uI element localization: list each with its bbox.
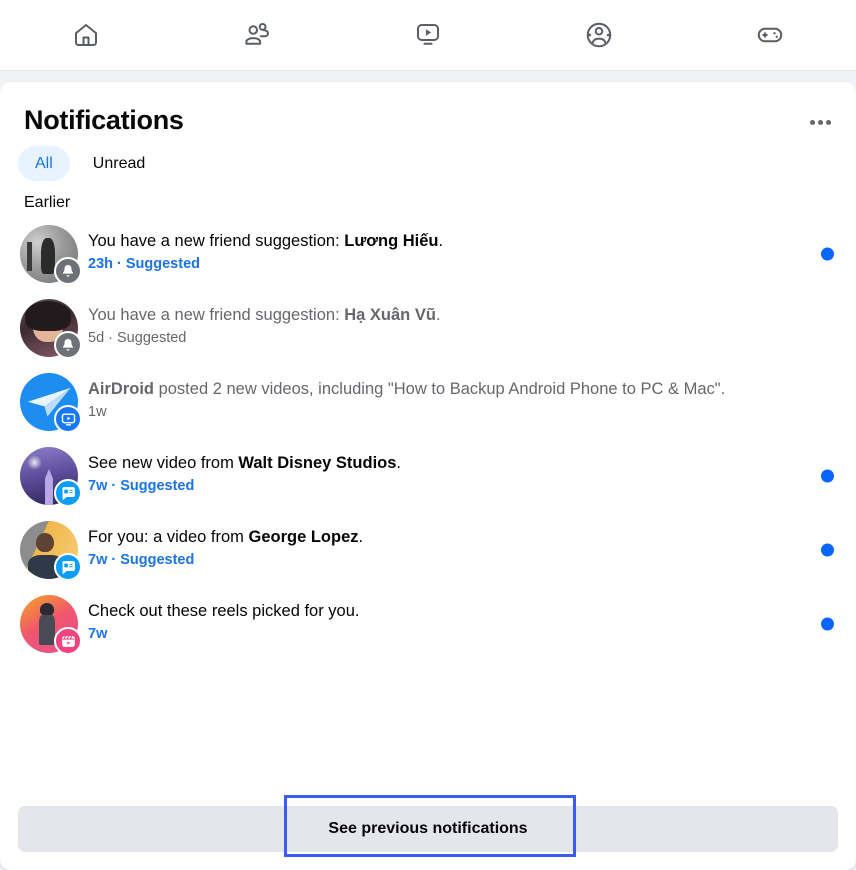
notification-body: You have a new friend suggestion: Hạ Xuâ… bbox=[88, 299, 838, 348]
ellipsis-icon[interactable] bbox=[802, 104, 838, 140]
notification-meta: 5d · Suggested bbox=[88, 330, 187, 346]
reels-badge-icon bbox=[54, 627, 82, 655]
notification-body: You have a new friend suggestion: Lương … bbox=[88, 225, 838, 274]
avatar[interactable] bbox=[20, 299, 82, 359]
panel-header: Notifications bbox=[0, 82, 856, 136]
avatar[interactable] bbox=[20, 225, 82, 285]
tab-unread[interactable]: Unread bbox=[76, 146, 162, 181]
video-icon bbox=[413, 20, 443, 50]
notification-row[interactable]: AirDroid posted 2 new videos, including … bbox=[0, 365, 856, 439]
page-badge-icon bbox=[54, 479, 82, 507]
notification-row[interactable]: Check out these reels picked for you. 7w bbox=[0, 587, 856, 661]
nav-video[interactable] bbox=[342, 0, 513, 70]
notification-list: You have a new friend suggestion: Lương … bbox=[0, 217, 856, 661]
notification-text: See new video from Walt Disney Studios. bbox=[88, 454, 402, 472]
notifications-panel: Notifications All Unread Earlier You hav… bbox=[0, 82, 856, 870]
ellipsis-dot bbox=[817, 119, 823, 125]
notification-row[interactable]: You have a new friend suggestion: Lương … bbox=[0, 217, 856, 291]
see-previous-notifications-button[interactable]: See previous notifications bbox=[18, 806, 838, 852]
notification-meta: 7w · Suggested bbox=[88, 478, 195, 494]
notification-row[interactable]: You have a new friend suggestion: Hạ Xuâ… bbox=[0, 291, 856, 365]
notification-text: AirDroid posted 2 new videos, including … bbox=[88, 380, 726, 398]
notification-meta: 7w · Suggested bbox=[88, 552, 195, 568]
notification-row[interactable]: See new video from Walt Disney Studios. 7… bbox=[0, 439, 856, 513]
notification-subject: George Lopez bbox=[248, 528, 359, 546]
unread-indicator-dot bbox=[821, 543, 834, 557]
tab-all[interactable]: All bbox=[18, 146, 70, 181]
unread-indicator-dot bbox=[821, 469, 834, 483]
notification-body: AirDroid posted 2 new videos, including … bbox=[88, 373, 838, 422]
notification-text: You have a new friend suggestion: Lương … bbox=[88, 232, 444, 250]
unread-indicator-dot bbox=[821, 247, 834, 261]
page-badge-icon bbox=[54, 553, 82, 581]
nav-home[interactable] bbox=[0, 0, 171, 70]
notification-meta: 23h · Suggested bbox=[88, 256, 200, 272]
ellipsis-dot bbox=[809, 119, 815, 125]
notification-subject: Walt Disney Studios bbox=[238, 454, 397, 472]
bell-icon bbox=[54, 257, 82, 285]
notification-subject: AirDroid bbox=[88, 380, 154, 398]
groups-icon bbox=[584, 20, 614, 50]
avatar[interactable] bbox=[20, 521, 82, 581]
nav-gaming[interactable] bbox=[685, 0, 856, 70]
notification-text: You have a new friend suggestion: Hạ Xuâ… bbox=[88, 306, 441, 324]
avatar[interactable] bbox=[20, 373, 82, 433]
notification-meta: 1w bbox=[88, 404, 107, 420]
section-header-earlier: Earlier bbox=[24, 194, 71, 211]
top-navigation-bar bbox=[0, 0, 856, 71]
avatar[interactable] bbox=[20, 447, 82, 507]
home-icon bbox=[71, 20, 101, 50]
notification-body: Check out these reels picked for you. 7w bbox=[88, 595, 838, 644]
ellipsis-dot bbox=[825, 119, 831, 125]
unread-indicator-dot bbox=[821, 617, 834, 631]
filter-tabs: All Unread bbox=[0, 136, 856, 181]
notification-meta: 7w bbox=[88, 626, 108, 642]
friends-icon bbox=[242, 20, 272, 50]
notification-subject: Lương Hiếu bbox=[344, 232, 439, 250]
notification-text: For you: a video from George Lopez. bbox=[88, 528, 364, 546]
panel-footer: See previous notifications bbox=[0, 806, 856, 870]
nav-friends[interactable] bbox=[171, 0, 342, 70]
notification-subject: Hạ Xuân Vũ bbox=[344, 306, 436, 324]
gaming-icon bbox=[755, 20, 785, 50]
bell-icon bbox=[54, 331, 82, 359]
page-title: Notifications bbox=[24, 105, 184, 135]
avatar[interactable] bbox=[20, 595, 82, 655]
notification-text: Check out these reels picked for you. bbox=[88, 602, 360, 620]
video-badge-icon bbox=[54, 405, 82, 433]
notification-row[interactable]: For you: a video from George Lopez. 7w · … bbox=[0, 513, 856, 587]
notification-body: See new video from Walt Disney Studios. 7… bbox=[88, 447, 838, 496]
nav-groups[interactable] bbox=[514, 0, 685, 70]
notification-body: For you: a video from George Lopez. 7w · … bbox=[88, 521, 838, 570]
